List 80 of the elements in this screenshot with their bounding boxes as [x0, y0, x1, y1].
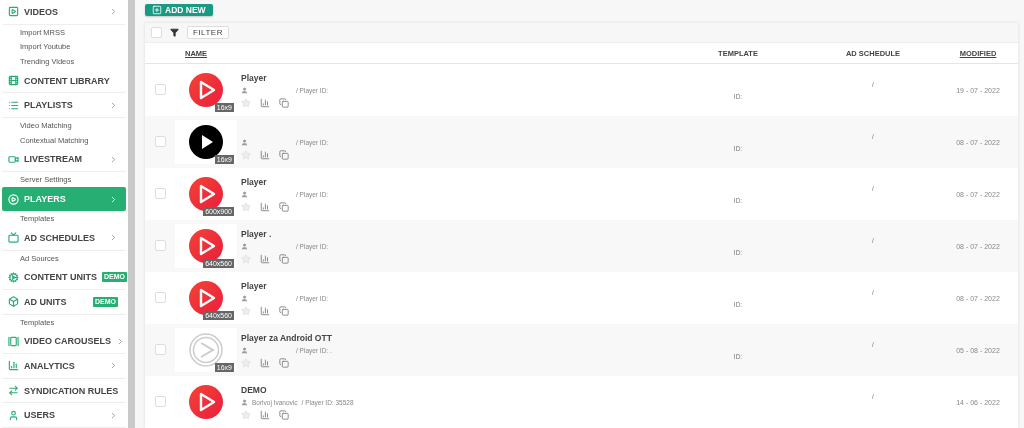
sidebar-item[interactable]: AD SCHEDULES — [2, 226, 126, 251]
plus-icon — [152, 5, 162, 15]
sidebar-item-icon — [8, 193, 19, 205]
chart-icon[interactable] — [260, 97, 270, 108]
chart-icon[interactable] — [260, 305, 270, 316]
row-checkbox[interactable] — [154, 136, 166, 147]
user-icon — [241, 190, 248, 198]
sidebar-item-icon — [8, 409, 19, 421]
filter-icon — [170, 28, 179, 37]
row-checkbox[interactable] — [154, 344, 166, 355]
player-title[interactable]: Player . — [241, 228, 329, 239]
select-all-checkbox[interactable] — [151, 27, 162, 38]
sidebar-item-icon — [8, 360, 19, 372]
user-icon — [241, 138, 248, 146]
copy-icon[interactable] — [279, 97, 289, 108]
sidebar-item-icon — [8, 153, 19, 165]
sidebar-item-icon — [8, 296, 19, 308]
chevron-icon — [109, 410, 118, 420]
play-logo-icon — [189, 333, 223, 367]
copy-icon[interactable] — [279, 253, 289, 264]
user-icon — [241, 398, 248, 406]
sidebar-item-icon — [8, 232, 19, 244]
sidebar-item-icon — [8, 335, 19, 347]
user-icon — [241, 346, 248, 354]
copy-icon[interactable] — [279, 149, 289, 160]
sidebar-item-icon — [8, 99, 19, 111]
sidebar-item[interactable]: VIDEOS — [2, 0, 126, 25]
player-title[interactable]: Player — [241, 176, 329, 187]
play-logo-icon — [189, 125, 223, 159]
scrollbar[interactable] — [128, 0, 135, 428]
chevron-icon — [109, 233, 118, 243]
chevron-icon — [109, 154, 118, 164]
user-icon — [241, 294, 248, 302]
chevron-icon — [109, 194, 118, 204]
play-logo-icon — [189, 281, 223, 315]
sidebar-item[interactable]: VIDEO CAROUSELS — [2, 329, 126, 355]
sidebar-item[interactable]: CONTENT LIBRARY — [2, 68, 126, 94]
filter-button[interactable]: FILTER — [187, 26, 229, 39]
chart-icon[interactable] — [260, 201, 270, 212]
user-icon — [241, 86, 248, 94]
chevron-icon — [109, 361, 118, 371]
player-title[interactable]: DEMO — [241, 384, 354, 395]
row-checkbox[interactable] — [154, 188, 166, 199]
chevron-icon — [109, 100, 118, 110]
player-title[interactable]: Player — [241, 72, 329, 83]
play-logo-icon — [189, 385, 223, 419]
add-new-button[interactable]: ADD NEW — [145, 4, 213, 16]
sidebar-item-icon — [8, 6, 19, 18]
chevron-icon — [116, 336, 125, 346]
sidebar-item[interactable]: PLAYLISTS — [2, 93, 126, 119]
sidebar-item-icon — [8, 75, 19, 86]
star-icon[interactable] — [241, 201, 251, 212]
star-icon[interactable] — [241, 97, 251, 108]
row-checkbox[interactable] — [154, 240, 166, 251]
row-checkbox[interactable] — [154, 84, 166, 95]
sidebar-item[interactable]: ANALYTICS — [2, 354, 126, 379]
row-checkbox[interactable] — [154, 292, 166, 303]
copy-icon[interactable] — [279, 409, 289, 420]
play-logo-icon — [189, 73, 223, 107]
player-title[interactable]: Player za Android OTT — [241, 332, 332, 343]
play-logo-icon — [189, 229, 223, 263]
chart-icon[interactable] — [260, 409, 270, 420]
chart-icon[interactable] — [260, 149, 270, 160]
star-icon[interactable] — [241, 409, 251, 420]
sidebar-item[interactable]: USERS — [2, 403, 126, 428]
chart-icon[interactable] — [260, 253, 270, 264]
star-icon[interactable] — [241, 305, 251, 316]
copy-icon[interactable] — [279, 201, 289, 212]
player-title[interactable]: Player — [241, 280, 329, 291]
user-icon — [241, 242, 248, 250]
row-checkbox[interactable] — [154, 396, 166, 407]
sidebar-item-icon — [8, 271, 19, 283]
chevron-icon — [109, 7, 118, 17]
play-logo-icon — [189, 177, 223, 211]
copy-icon[interactable] — [279, 357, 289, 368]
chart-icon[interactable] — [260, 357, 270, 368]
copy-icon[interactable] — [279, 305, 289, 316]
sidebar-item[interactable]: SYNDICATION RULES — [2, 378, 126, 404]
sidebar-item[interactable]: LIVESTREAM — [2, 147, 126, 173]
sidebar-item-icon — [8, 385, 19, 397]
